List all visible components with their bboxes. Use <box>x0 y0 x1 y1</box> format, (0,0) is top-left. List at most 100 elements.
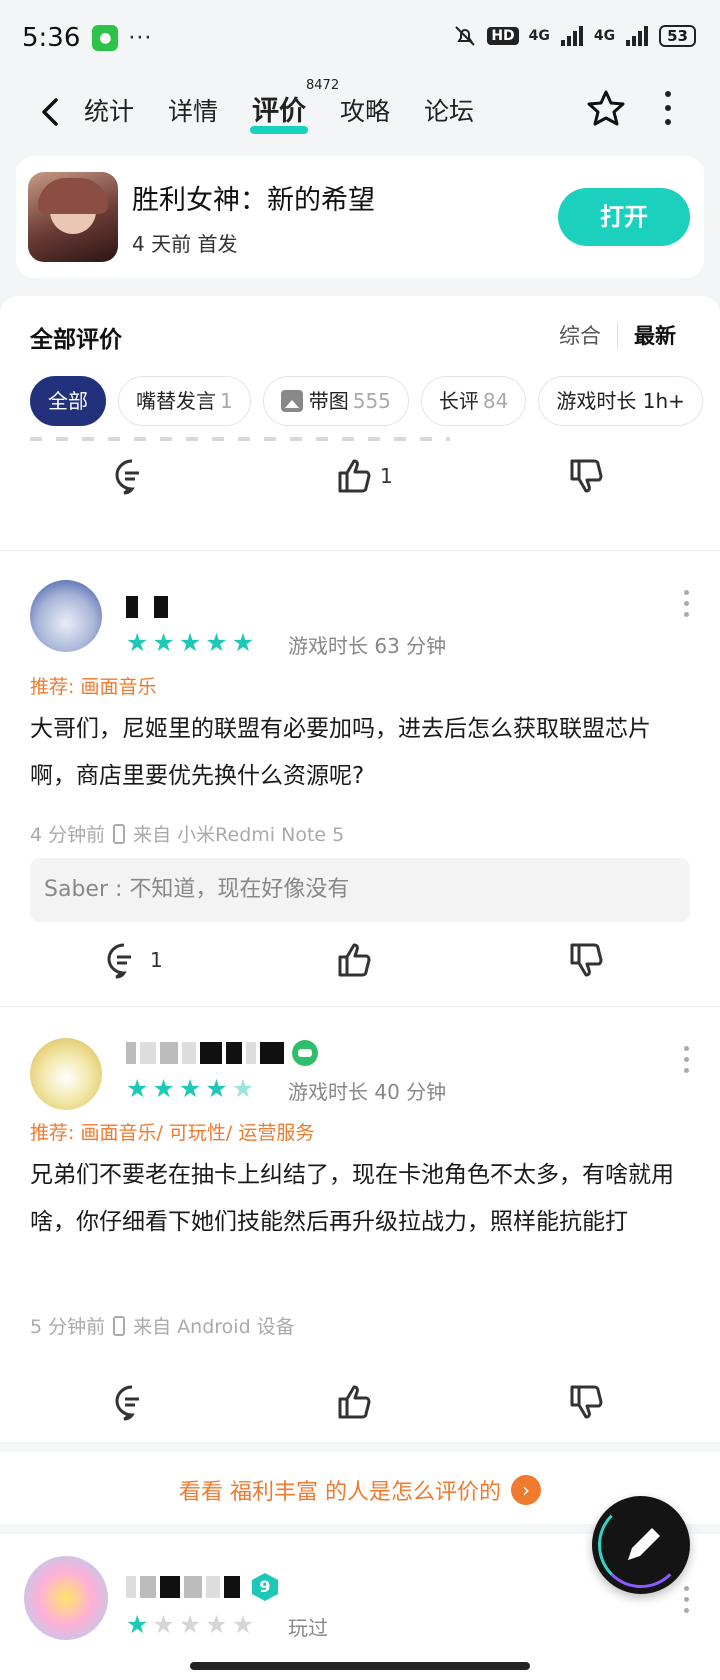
star-icon: ★ <box>178 628 202 657</box>
comment-icon <box>107 943 131 979</box>
favorite-star-icon[interactable] <box>586 88 626 128</box>
chip-label: 嘴替发言 <box>136 389 216 413</box>
divider <box>0 1006 720 1007</box>
comment-button[interactable]: 1 <box>104 938 163 982</box>
arrow-right-icon: › <box>511 1475 541 1505</box>
star-icon: ★ <box>178 1610 202 1639</box>
review-time: 4 分钟前 <box>30 824 106 846</box>
avatar[interactable] <box>30 580 102 652</box>
prev-review-actions: 1 <box>0 446 720 506</box>
chip-count: 555 <box>352 389 391 413</box>
star-icon: ★ <box>205 628 228 657</box>
rating-stars: ★ ★ ★ ★ ★ <box>126 630 254 656</box>
star-icon: ★ <box>152 628 175 657</box>
like-button[interactable]: 1 <box>334 454 393 498</box>
review-device: 来自 Android 设备 <box>133 1316 295 1338</box>
divider <box>0 550 720 551</box>
comment-count: 1 <box>150 948 163 972</box>
chip-with-images[interactable]: 带图 555 <box>262 376 409 426</box>
rating-stars: ★ ★ ★ ★ ★ <box>126 1076 254 1102</box>
like-button[interactable] <box>334 938 374 982</box>
section-title: 全部评价 <box>30 327 122 353</box>
review-text[interactable]: 大哥们，尼姬里的联盟有必要加吗，进去后怎么获取联盟芯片啊，商店里要优先换什么资源… <box>30 706 690 800</box>
home-indicator[interactable] <box>190 1662 530 1670</box>
filter-chips: 全部 嘴替发言 1 带图 555 长评 84 游戏时长 1h+ <box>30 376 703 426</box>
reviews-panel: 全部评价 综合 最新 全部 嘴替发言 1 带图 555 长评 84 游戏时长 1h+ … <box>0 296 720 1680</box>
dislike-button[interactable] <box>566 454 606 498</box>
sort-comprehensive[interactable]: 综合 <box>559 320 601 350</box>
playtime: 游戏时长 40 分钟 <box>288 1080 447 1104</box>
tab-stats[interactable]: 统计 <box>84 92 134 132</box>
status-bar: 5:36 ● ··· HD 4G 4G 53 <box>0 0 720 76</box>
top-nav: 统计 详情 评价 攻略 论坛 8472 <box>0 78 720 142</box>
review-time: 5 分钟前 <box>30 1316 106 1338</box>
like-button[interactable] <box>334 1380 374 1424</box>
phone-icon <box>113 823 126 844</box>
star-icon: ★ <box>126 1610 149 1639</box>
open-button[interactable]: 打开 <box>558 188 690 246</box>
like-count: 1 <box>380 464 393 488</box>
chip-label: 长评 <box>438 389 479 413</box>
signal-bars-icon-2 <box>626 26 649 46</box>
battery-icon: 53 <box>659 25 696 47</box>
review-meta: 5 分钟前 来自 Android 设备 <box>30 1312 295 1339</box>
sort-switch: 综合 最新 <box>559 320 676 350</box>
dislike-button[interactable] <box>566 938 606 982</box>
pencil-icon <box>628 1528 660 1560</box>
promo-text: 看看 福利丰富 的人是怎么评价的 <box>179 1480 501 1505</box>
sort-divider <box>617 322 618 348</box>
reply-preview[interactable]: Saber : 不知道，现在好像没有 <box>30 858 690 922</box>
review-meta: 4 分钟前 来自 小米Redmi Note 5 <box>30 820 344 847</box>
level-badge: 9 <box>252 1573 278 1601</box>
status-indicators: HD 4G 4G 53 <box>453 24 696 48</box>
comment-button[interactable] <box>112 1380 152 1424</box>
thumbs-down-icon <box>570 459 603 493</box>
hd-voice-icon: HD <box>487 27 519 45</box>
review-menu-icon[interactable] <box>684 590 690 617</box>
status-time: 5:36 <box>22 23 81 53</box>
star-icon: ★ <box>152 1074 175 1103</box>
dislike-button[interactable] <box>566 1380 606 1424</box>
thumbs-up-icon <box>338 1385 371 1419</box>
gamer-badge-icon <box>292 1040 318 1066</box>
username-obscured[interactable] <box>126 1040 318 1066</box>
back-arrow-icon[interactable] <box>36 96 64 128</box>
chip-all[interactable]: 全部 <box>30 376 106 426</box>
sort-latest[interactable]: 最新 <box>634 320 676 350</box>
more-notifications-icon: ··· <box>128 25 153 51</box>
chip-playtime[interactable]: 游戏时长 1h+ <box>538 376 703 426</box>
app-card[interactable]: 胜利女神：新的希望 4 天前 首发 打开 <box>16 156 704 278</box>
playtime: 游戏时长 63 分钟 <box>288 634 447 658</box>
comment-button[interactable] <box>112 454 152 498</box>
tab-forum[interactable]: 论坛 <box>424 92 474 132</box>
avatar[interactable] <box>30 1038 102 1110</box>
tab-details[interactable]: 详情 <box>168 92 218 132</box>
review-menu-icon[interactable] <box>684 1046 690 1073</box>
tab-guides[interactable]: 攻略 <box>340 92 390 132</box>
cut-off-text <box>30 437 450 441</box>
write-review-button[interactable] <box>592 1496 690 1594</box>
signal-icon-2: 4G <box>593 28 616 44</box>
app-release-info: 4 天前 首发 <box>132 232 238 256</box>
review-text[interactable]: 兄弟们不要老在抽卡上纠结了，现在卡池角色不太多，有啥就用啥，你仔细看下她们技能然… <box>30 1152 690 1246</box>
star-icon: ★ <box>231 1074 255 1103</box>
username-obscured[interactable]: 9 <box>126 1573 278 1601</box>
comment-icon <box>115 1385 139 1421</box>
avatar[interactable] <box>24 1556 108 1640</box>
tab-bar: 统计 详情 评价 攻略 论坛 <box>84 92 508 134</box>
signal-bars-icon <box>560 26 583 46</box>
chip-label: 带图 <box>308 389 349 413</box>
more-menu-icon[interactable] <box>660 90 676 126</box>
review-actions <box>0 1372 720 1432</box>
image-icon <box>280 390 303 412</box>
chip-label: 游戏时长 1h+ <box>556 389 685 413</box>
username-obscured[interactable] <box>126 594 168 620</box>
wechat-icon: ● <box>92 25 119 51</box>
chip-long-reviews[interactable]: 长评 84 <box>420 376 527 426</box>
review-actions: 1 <box>0 930 720 990</box>
chip-quotes[interactable]: 嘴替发言 1 <box>118 376 251 426</box>
star-icon: ★ <box>126 628 149 657</box>
star-icon: ★ <box>178 1074 202 1103</box>
tab-reviews[interactable]: 评价 <box>250 92 309 134</box>
thumbs-up-icon <box>338 943 371 977</box>
